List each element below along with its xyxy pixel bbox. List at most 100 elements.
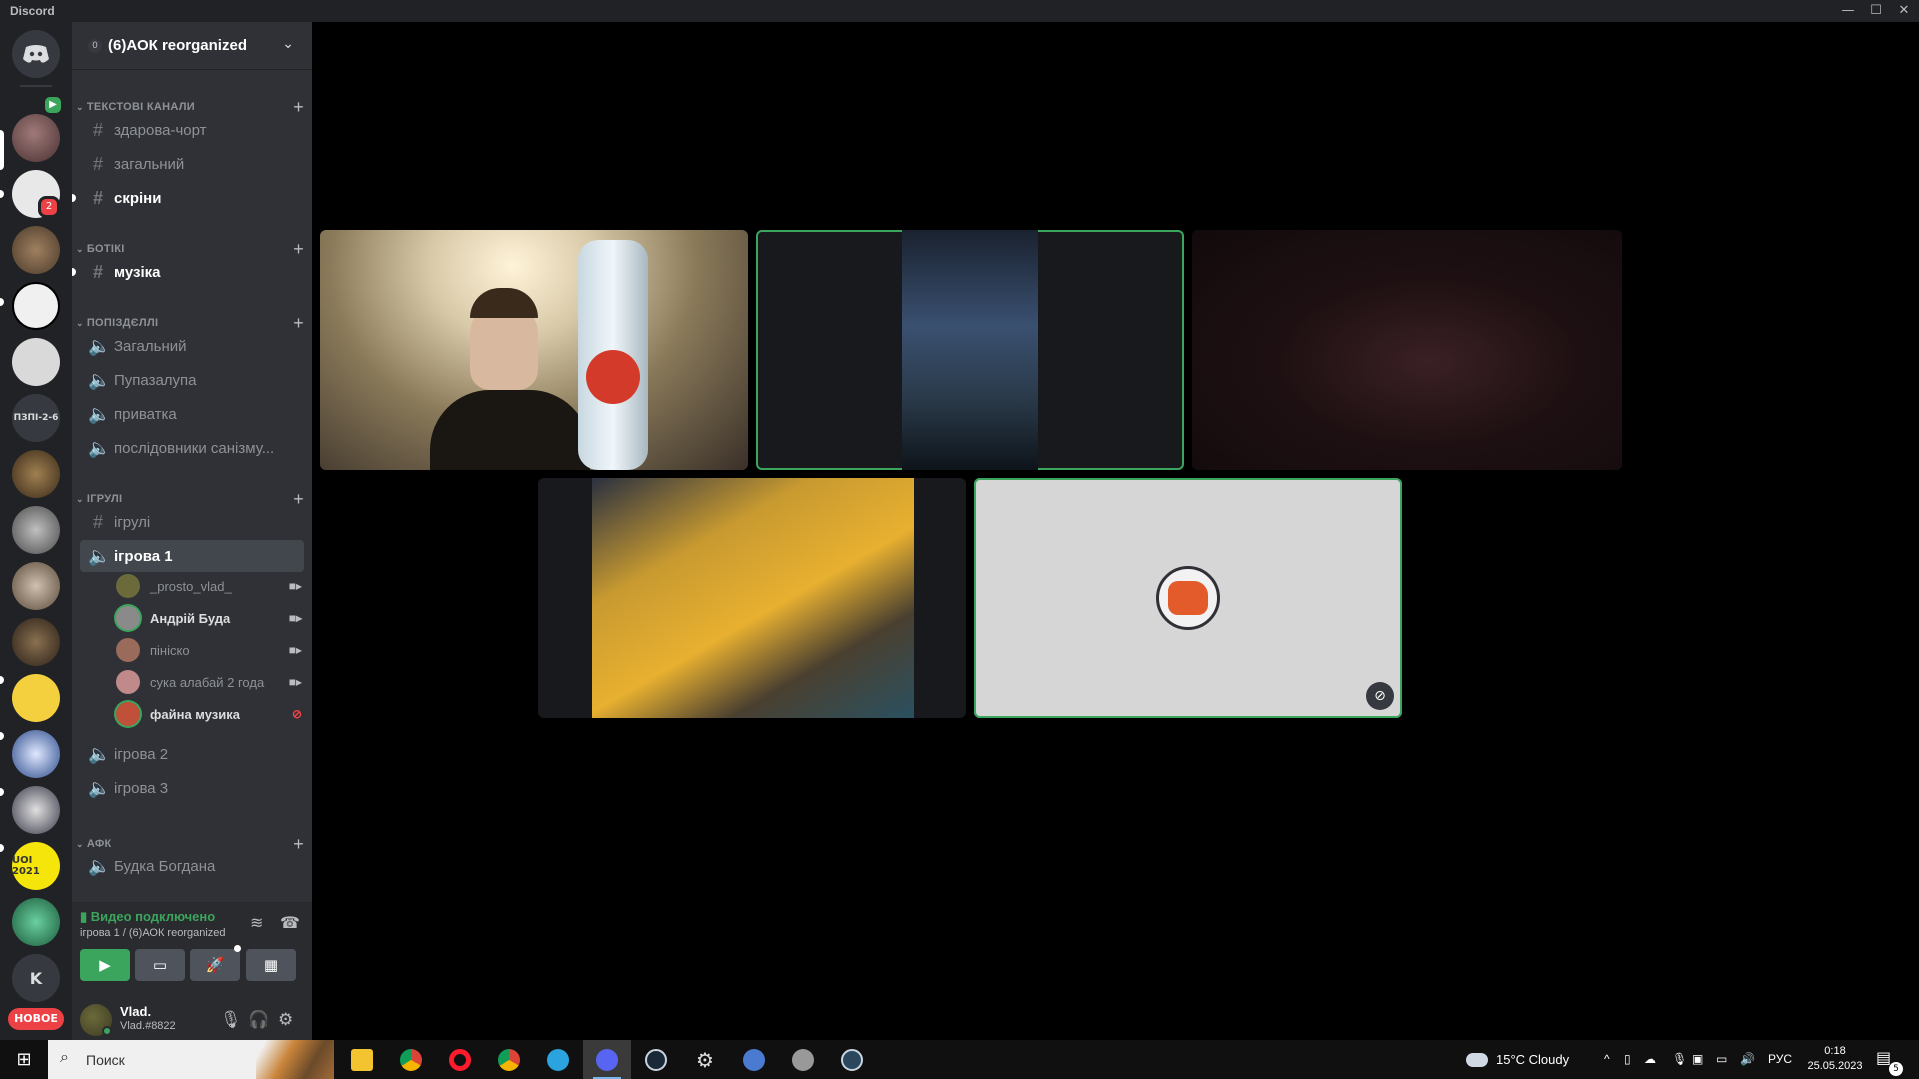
camera-icon: ■▸ xyxy=(288,675,302,689)
chevron-down-icon[interactable]: ⌄ xyxy=(282,36,294,52)
voice-user[interactable]: сука алабай 2 года ■▸ xyxy=(116,668,306,696)
channel-zahalnyi[interactable]: # загальний xyxy=(80,148,304,180)
voice-channel-ihrova-3[interactable]: 🔈 ігрова 3 xyxy=(80,772,304,804)
volume-icon[interactable]: 🔊 xyxy=(1740,1040,1755,1079)
activity-button[interactable]: 🚀 xyxy=(190,949,240,981)
voice-status[interactable]: ▮ Видео подключено xyxy=(80,909,215,925)
channel-label: здарова-чорт xyxy=(114,121,207,139)
discord-home-icon[interactable] xyxy=(12,30,60,78)
headphones-icon[interactable]: 🎧 xyxy=(248,1010,269,1030)
tray-app-icon[interactable]: ▯ xyxy=(1624,1040,1631,1079)
server-icon-16[interactable]: K xyxy=(12,954,60,1002)
tray-device-icon[interactable]: ▣ xyxy=(1692,1040,1703,1079)
server-icon-10[interactable] xyxy=(12,618,60,666)
gear-icon[interactable]: ⚙ xyxy=(278,1010,293,1030)
weather-text: 15°C Cloudy xyxy=(1496,1052,1570,1067)
voice-user[interactable]: файна музика ⊘ xyxy=(116,700,306,728)
speaker-lock-icon: 🔈 xyxy=(88,403,111,424)
network-icon[interactable]: ▭ xyxy=(1716,1040,1727,1079)
microphone-tray-icon[interactable]: 🎙 xyxy=(1672,1040,1687,1079)
server-icon-6[interactable]: ПЗПІ-2-6 xyxy=(12,394,60,442)
server-icon-5[interactable] xyxy=(12,338,60,386)
qbittorrent-icon[interactable] xyxy=(730,1040,778,1079)
voice-channel-poslidovnyky[interactable]: 🔈 послідовники санізму... xyxy=(80,432,304,464)
app-shield-icon[interactable] xyxy=(779,1040,827,1079)
voice-user[interactable]: пініско ■▸ xyxy=(116,636,306,664)
weather-widget[interactable]: 15°C Cloudy xyxy=(1466,1040,1569,1079)
channel-ihruli[interactable]: # ігрулі xyxy=(80,506,304,538)
close-button[interactable]: ✕ xyxy=(1890,0,1918,22)
server-icon-12[interactable] xyxy=(12,730,60,778)
camera-button[interactable]: ▶ xyxy=(80,949,130,981)
channel-muzika[interactable]: # музіка xyxy=(72,256,304,288)
boost-count: 0 xyxy=(88,38,102,53)
voice-channel-ihrova-2[interactable]: 🔈 ігрова 2 xyxy=(80,738,304,770)
camera-off-icon: ⊘ xyxy=(291,707,302,721)
windows-start-icon[interactable]: ⊞ xyxy=(0,1040,48,1079)
noise-suppression-icon[interactable]: ≋ xyxy=(250,913,263,932)
channel-label: загальний xyxy=(114,155,185,173)
voice-user[interactable]: _prosto_vlad_ ■▸ xyxy=(116,572,306,600)
language-indicator[interactable]: РУС xyxy=(1768,1040,1792,1079)
voice-channel-budka-bohdana[interactable]: 🔈 Будка Богдана xyxy=(80,850,304,882)
clock[interactable]: 0:18 25.05.2023 xyxy=(1800,1044,1870,1074)
video-tile[interactable] xyxy=(1192,230,1622,470)
server-icon-3[interactable] xyxy=(12,226,60,274)
server-header[interactable]: 0 (6)АОК reorganized ⌄ xyxy=(72,22,312,70)
category-label: ПОПІЗДЄЛЛІ xyxy=(86,317,159,329)
settings-icon[interactable]: ⚙ xyxy=(681,1040,729,1079)
caret-down-icon: ⌄ xyxy=(76,243,84,254)
channel-zdarova-chort[interactable]: # здарова-чорт xyxy=(80,114,304,146)
steam-icon[interactable] xyxy=(632,1040,680,1079)
onedrive-icon[interactable]: ☁ xyxy=(1644,1040,1656,1079)
tray-expand-icon[interactable]: ^ xyxy=(1604,1040,1610,1079)
new-badge[interactable]: НОВОЕ xyxy=(8,1008,64,1030)
server-icon-4[interactable] xyxy=(12,282,60,330)
server-icon-15[interactable] xyxy=(12,898,60,946)
server-icon-11[interactable] xyxy=(12,674,60,722)
avatar xyxy=(116,606,140,630)
server-icon-13[interactable] xyxy=(12,786,60,834)
video-tile[interactable] xyxy=(320,230,748,470)
chrome-icon[interactable] xyxy=(387,1040,435,1079)
server-icon-8[interactable] xyxy=(12,506,60,554)
telegram-icon[interactable] xyxy=(534,1040,582,1079)
file-explorer-icon[interactable] xyxy=(338,1040,386,1079)
notification-icon[interactable]: ▤ xyxy=(1876,1048,1891,1067)
voice-user[interactable]: Андрій Буда ■▸ xyxy=(116,604,306,632)
channel-label: ігрулі xyxy=(114,513,151,531)
microphone-icon[interactable]: 🎙 xyxy=(220,1010,242,1030)
steam-2-icon[interactable] xyxy=(828,1040,876,1079)
server-icon-7[interactable] xyxy=(12,450,60,498)
opera-icon[interactable] xyxy=(436,1040,484,1079)
app-icon xyxy=(792,1048,814,1071)
voice-channel-ihrova-1[interactable]: 🔈 ігрова 1 xyxy=(80,540,304,572)
disconnect-icon[interactable]: ☎ xyxy=(280,913,300,932)
activity-dot xyxy=(234,945,241,952)
chrome-profile-icon[interactable] xyxy=(485,1040,533,1079)
voice-user-name: файна музика xyxy=(150,706,240,722)
soundboard-button[interactable]: ▦ xyxy=(246,949,296,981)
discord-taskbar-icon[interactable] xyxy=(583,1040,631,1079)
voice-channel-zahalnyi[interactable]: 🔈 Загальний xyxy=(80,330,304,362)
video-tile[interactable] xyxy=(756,230,1184,470)
server-icon-1[interactable] xyxy=(12,114,60,162)
caret-down-icon: ⌄ xyxy=(76,101,84,112)
voice-channel-path[interactable]: ігрова 1 / (6)АОК reorganized xyxy=(80,927,226,939)
avatar xyxy=(116,702,140,726)
signal-icon: ▮ xyxy=(80,909,91,924)
channel-label: ігрова 3 xyxy=(114,779,169,797)
voice-channel-pryvatka[interactable]: 🔈 приватка xyxy=(80,398,304,430)
voice-channel-pupazalupa[interactable]: 🔈 Пупазалупа xyxy=(80,364,304,396)
video-tile[interactable]: ⊘ xyxy=(974,478,1402,718)
video-tile[interactable] xyxy=(538,478,966,718)
taskbar-search[interactable]: ⌕ Поиск xyxy=(48,1040,334,1079)
server-icon-14[interactable]: UOI 2021 xyxy=(12,842,60,890)
channel-label: ігрова 2 xyxy=(114,745,169,763)
server-icon-9[interactable] xyxy=(12,562,60,610)
category-label: ТЕКСТОВІ КАНАЛИ xyxy=(86,101,196,113)
screen-share-button[interactable]: ▭ xyxy=(135,949,185,981)
minimize-button[interactable]: — xyxy=(1834,0,1862,22)
channel-skriny[interactable]: # скріни xyxy=(72,182,304,214)
maximize-button[interactable]: ☐ xyxy=(1862,0,1890,22)
